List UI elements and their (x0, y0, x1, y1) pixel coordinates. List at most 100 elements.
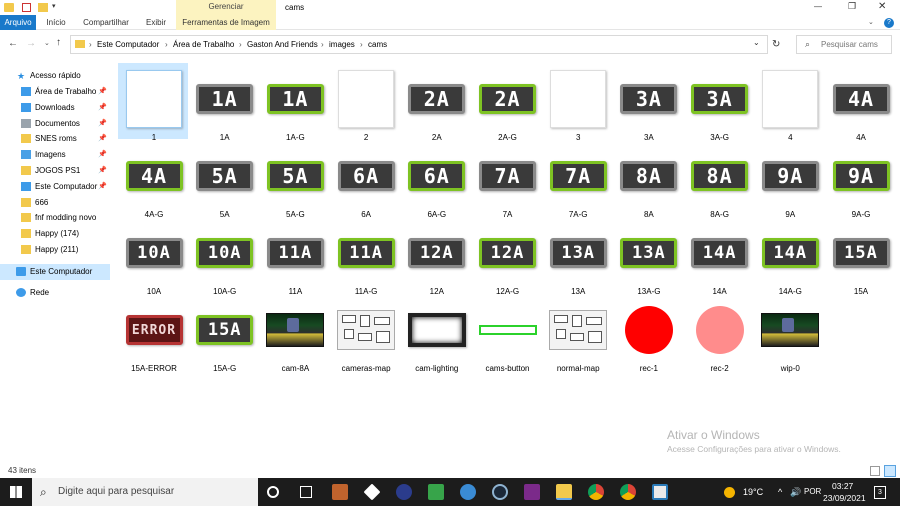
file-tile-5a[interactable]: 5A 5A (189, 140, 259, 219)
breadcrumb-gaston-and-friends[interactable]: Gaston And Friends (247, 36, 318, 53)
sidebar-item-fnf-modding-novo[interactable]: fnf modding novo (0, 210, 110, 226)
sidebar-item-documentos[interactable]: Documentos 📌 (0, 116, 110, 132)
expand-ribbon-icon[interactable]: ⌄ (868, 18, 874, 26)
chrome-icon[interactable] (588, 484, 604, 500)
file-tile-2a[interactable]: 2A 2A (401, 63, 471, 142)
file-tile-12a-g[interactable]: 12A 12A-G (472, 217, 542, 296)
large-icons-view-icon[interactable] (884, 465, 896, 477)
language-indicator[interactable]: POR (804, 478, 821, 506)
file-tile-3a[interactable]: 3A 3A (613, 63, 683, 142)
chrome-profile-icon[interactable] (620, 484, 636, 500)
search-input[interactable]: ⌕ Pesquisar cams (796, 35, 892, 54)
chevron-down-icon[interactable]: ⌄ (753, 38, 760, 47)
winrar-icon[interactable] (524, 484, 540, 500)
sidebar-item-happy-211-[interactable]: Happy (211) (0, 242, 110, 258)
file-explorer-icon[interactable] (556, 484, 572, 500)
file-tile-14a[interactable]: 14A 14A (684, 217, 754, 296)
app-diamond-icon[interactable] (363, 483, 381, 501)
notification-icon[interactable]: 3 (874, 486, 886, 499)
file-tile-11a-g[interactable]: 11A 11A-G (330, 217, 400, 296)
file-tile-normal-map[interactable]: normal-map (542, 294, 612, 373)
steam-icon[interactable] (492, 484, 508, 500)
game-app-icon[interactable] (332, 484, 348, 500)
task-view-icon[interactable] (300, 486, 312, 498)
breadcrumb-desktop[interactable]: Área de Trabalho (173, 36, 234, 53)
refresh-icon[interactable]: ↻ (772, 39, 780, 50)
file-tile-rec-1[interactable]: rec-1 (613, 294, 683, 373)
tab-image-tools[interactable]: Ferramentas de Imagem (176, 16, 276, 30)
file-tile-2[interactable]: 2 (330, 63, 400, 142)
file-tile-1[interactable]: 1 (118, 63, 188, 142)
app-round-icon[interactable] (396, 484, 412, 500)
file-tile-9a[interactable]: 9A 9A (754, 140, 824, 219)
file-tile-11a[interactable]: 11A 11A (259, 217, 329, 296)
tray-chevron-up-icon[interactable]: ^ (778, 478, 782, 506)
sidebar-item-this-pc[interactable]: Este Computador (0, 264, 110, 280)
sidebar-quick-access[interactable]: ★ Acesso rápido (0, 68, 110, 84)
context-tab-manage[interactable]: Gerenciar (176, 0, 276, 16)
sidebar-item-network[interactable]: Rede (0, 285, 110, 301)
app-green-icon[interactable] (428, 484, 444, 500)
up-arrow-icon[interactable]: ↑ (56, 37, 61, 48)
sidebar-item-happy-174-[interactable]: Happy (174) (0, 226, 110, 242)
app-window-icon[interactable] (652, 484, 668, 500)
app-gear-icon[interactable] (460, 484, 476, 500)
back-arrow-icon[interactable]: ← (8, 38, 18, 49)
details-view-icon[interactable] (870, 466, 880, 476)
volume-icon[interactable]: 🔊 (790, 478, 801, 506)
tab-view[interactable]: Exibir (140, 16, 172, 30)
maximize-button[interactable]: ❐ (848, 1, 856, 12)
file-tile-15a[interactable]: 15A 15A (825, 217, 895, 296)
file-tile-1a-g[interactable]: 1A 1A-G (259, 63, 329, 142)
sidebar-item-snes-roms[interactable]: SNES roms 📌 (0, 131, 110, 147)
file-tile-15a-g[interactable]: 15A 15A-G (189, 294, 259, 373)
clock-time[interactable]: 03:27 (832, 481, 853, 491)
file-tile-12a[interactable]: 12A 12A (401, 217, 471, 296)
file-tile-6a[interactable]: 6A 6A (330, 140, 400, 219)
sidebar-item-imagens[interactable]: Imagens 📌 (0, 147, 110, 163)
file-tile-13a-g[interactable]: 13A 13A-G (613, 217, 683, 296)
breadcrumb-this-pc[interactable]: Este Computador (97, 36, 159, 53)
file-tile-3[interactable]: 3 (542, 63, 612, 142)
file-tile-rec-2[interactable]: rec-2 (684, 294, 754, 373)
minimize-button[interactable]: — (814, 2, 822, 11)
file-tile-6a-g[interactable]: 6A 6A-G (401, 140, 471, 219)
file-tile-7a[interactable]: 7A 7A (472, 140, 542, 219)
forward-arrow-icon[interactable]: → (26, 38, 36, 49)
sidebar-item-666[interactable]: 666 (0, 195, 110, 211)
clock-date[interactable]: 23/09/2021 (823, 493, 866, 503)
file-tile-4a[interactable]: 4A 4A (825, 63, 895, 142)
customize-toolbar-icon[interactable]: ▾ (52, 2, 56, 10)
help-icon[interactable]: ? (884, 18, 894, 28)
file-tile-10a[interactable]: 10A 10A (118, 217, 188, 296)
properties-icon[interactable] (22, 3, 31, 12)
address-bar[interactable]: › Este Computador › Área de Trabalho › G… (70, 35, 768, 54)
file-tile-4[interactable]: 4 (754, 63, 824, 142)
breadcrumb-images[interactable]: images (329, 36, 355, 53)
file-tile-2a-g[interactable]: 2A 2A-G (472, 63, 542, 142)
file-tile-4a-g[interactable]: 4A 4A-G (118, 140, 188, 219)
tab-home[interactable]: Início (44, 16, 68, 30)
tab-file[interactable]: Arquivo (0, 15, 36, 30)
sidebar-item-este-computador[interactable]: Este Computador 📌 (0, 179, 110, 195)
tab-share[interactable]: Compartilhar (80, 16, 132, 30)
sidebar-item--rea-de-trabalho[interactable]: Área de Trabalho 📌 (0, 84, 110, 100)
file-tile-7a-g[interactable]: 7A 7A-G (542, 140, 612, 219)
file-tile-1a[interactable]: 1A 1A (189, 63, 259, 142)
file-tile-3a-g[interactable]: 3A 3A-G (684, 63, 754, 142)
file-tile-5a-g[interactable]: 5A 5A-G (259, 140, 329, 219)
taskbar-search-input[interactable]: ⌕ Digite aqui para pesquisar (32, 478, 258, 506)
file-tile-cameras-map[interactable]: cameras-map (330, 294, 400, 373)
sidebar-item-jogos-ps1[interactable]: JOGOS PS1 📌 (0, 163, 110, 179)
cortana-icon[interactable] (267, 486, 279, 498)
file-tile-15a-error[interactable]: ERROR 15A-ERROR (118, 294, 188, 373)
file-tile-13a[interactable]: 13A 13A (542, 217, 612, 296)
file-tile-cam-8a[interactable]: cam-8A (259, 294, 329, 373)
windows-start-icon[interactable] (10, 486, 22, 498)
file-tile-cams-button[interactable]: cams-button (472, 294, 542, 373)
sidebar-item-downloads[interactable]: Downloads 📌 (0, 100, 110, 116)
close-button[interactable]: ✕ (878, 1, 886, 12)
file-tile-8a-g[interactable]: 8A 8A-G (684, 140, 754, 219)
file-tile-wip-0[interactable]: wip-0 (754, 294, 824, 373)
recent-locations-icon[interactable]: ⌄ (44, 39, 50, 47)
